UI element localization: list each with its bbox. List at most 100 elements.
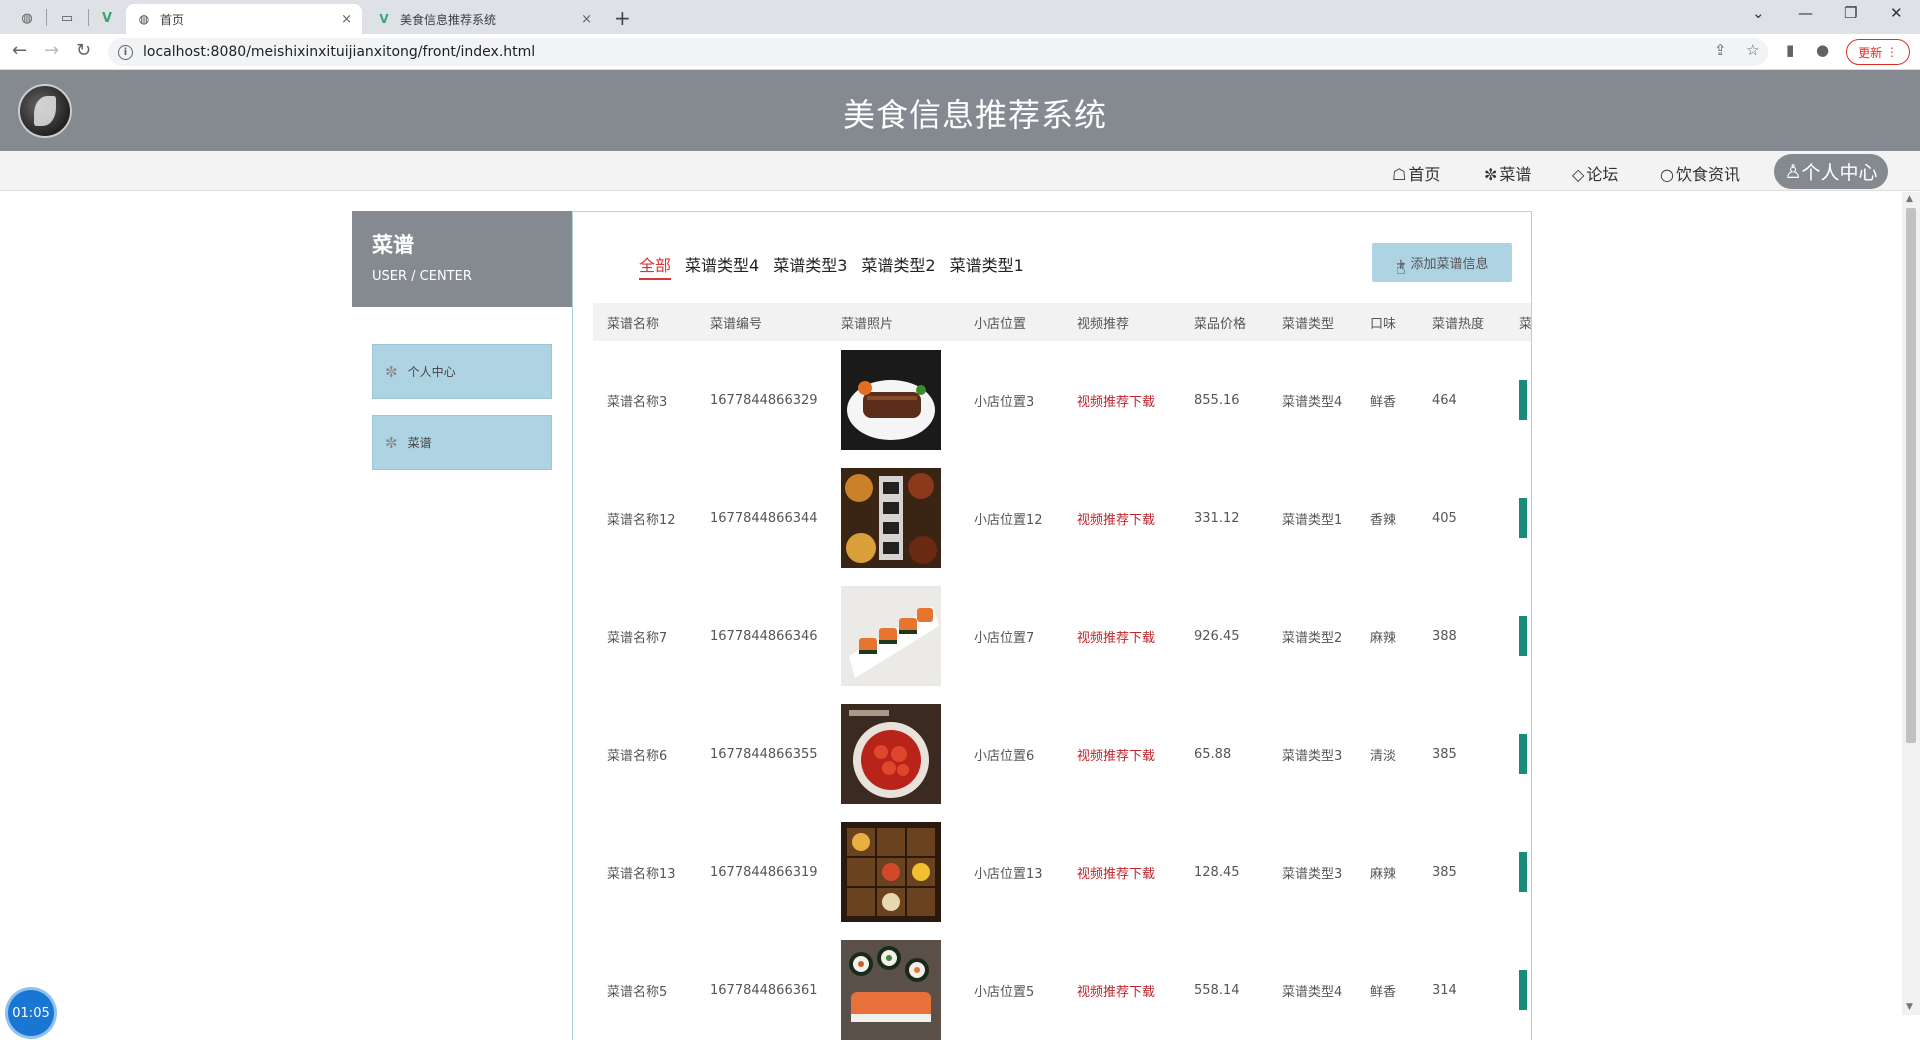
table-row[interactable]: 菜谱名称5 1677844866361 小店位置5 视频推荐下载 558.14 菜谱类型4… xyxy=(593,931,1531,1040)
recipe-photo-cell[interactable] xyxy=(827,459,960,577)
video-download-cell[interactable]: 视频推荐下载 xyxy=(1063,813,1180,931)
food-photo[interactable] xyxy=(841,350,941,450)
col-header: 菜谱编号 xyxy=(696,303,827,341)
food-photo[interactable] xyxy=(841,822,941,922)
recipe-name-cell: 菜谱名称6 xyxy=(607,748,668,764)
restore-icon[interactable]: ❐ xyxy=(1844,4,1857,22)
nav-forum[interactable]: ◇ 论坛 xyxy=(1572,161,1618,185)
table-row[interactable]: 菜谱名称13 1677844866319 小店位置13 视频推荐下载 128.45 菜谱类… xyxy=(593,813,1531,931)
url-text: localhost:8080/meishixinxituijianxitong/… xyxy=(143,44,536,60)
sidebar-title: 菜谱 xyxy=(372,233,414,257)
tab-search-icon[interactable]: ⌄ xyxy=(1752,4,1765,22)
url-field[interactable]: i localhost:8080/meishixinxituijianxiton… xyxy=(108,38,1768,66)
sidebar-subtitle: USER / CENTER xyxy=(372,269,472,284)
recipe-type-cell: 菜谱类型2 xyxy=(1282,630,1343,646)
star-icon[interactable]: ☆ xyxy=(1746,41,1759,59)
operation-cell[interactable] xyxy=(1505,931,1531,1040)
operation-button[interactable] xyxy=(1519,852,1527,892)
scroll-down-icon[interactable]: ▼ xyxy=(1906,1002,1913,1012)
globe-icon[interactable]: ◍ xyxy=(12,6,42,30)
scroll-thumb[interactable] xyxy=(1906,208,1916,743)
shop-location-cell: 小店位置6 xyxy=(974,748,1035,764)
recipe-name-cell: 菜谱名称3 xyxy=(607,394,668,410)
update-button[interactable]: 更新 ⋮ xyxy=(1846,39,1910,65)
blank-tab-icon[interactable]: ▭ xyxy=(52,6,82,30)
video-download-cell[interactable]: 视频推荐下载 xyxy=(1063,459,1180,577)
close-icon[interactable]: × xyxy=(341,12,352,27)
operation-button[interactable] xyxy=(1519,498,1527,538)
nav-recipes[interactable]: ✼ 菜谱 xyxy=(1484,161,1531,185)
video-download-cell[interactable]: 视频推荐下载 xyxy=(1063,577,1180,695)
vue-logo-icon[interactable]: V xyxy=(92,6,122,30)
personal-center-button[interactable]: ♙ 个人中心 xyxy=(1774,154,1888,189)
shop-location-cell: 小店位置7 xyxy=(974,630,1035,646)
operation-cell[interactable] xyxy=(1505,695,1531,813)
video-download-cell[interactable]: 视频推荐下载 xyxy=(1063,695,1180,813)
site-title: 美食信息推荐系统 xyxy=(842,96,1107,134)
food-photo[interactable] xyxy=(841,586,941,686)
recipe-photo-cell[interactable] xyxy=(827,931,960,1040)
recipe-name-cell: 菜谱名称7 xyxy=(607,630,668,646)
page-scrollbar[interactable]: ▲ ▼ xyxy=(1902,192,1920,1015)
tab-title: 美食信息推荐系统 xyxy=(400,12,497,27)
video-download-cell[interactable]: 视频推荐下载 xyxy=(1063,931,1180,1040)
heat-cell: 314 xyxy=(1432,982,1457,998)
operation-cell[interactable] xyxy=(1505,577,1531,695)
recipe-photo-cell[interactable] xyxy=(827,577,960,695)
share-icon[interactable]: ⇪ xyxy=(1714,41,1727,59)
site-header: 美食信息推荐系统 xyxy=(0,70,1920,151)
forward-icon[interactable]: → xyxy=(44,40,59,61)
sidebar-item-label: 个人中心 xyxy=(407,365,456,379)
new-tab-button[interactable]: + xyxy=(614,6,631,30)
operation-button[interactable] xyxy=(1519,616,1527,656)
taste-cell: 香辣 xyxy=(1370,512,1397,528)
shop-location-cell: 小店位置12 xyxy=(974,512,1043,528)
operation-button[interactable] xyxy=(1519,970,1527,1010)
operation-button[interactable] xyxy=(1519,734,1527,774)
table-row[interactable]: 菜谱名称3 1677844866329 小店位置3 视频推荐下载 855.16 菜谱类型4… xyxy=(593,341,1531,459)
food-photo[interactable] xyxy=(841,468,941,568)
food-photo[interactable] xyxy=(841,704,941,804)
tab-home[interactable]: ◍ 首页 × xyxy=(126,4,362,34)
window-close-icon[interactable]: ✕ xyxy=(1890,4,1903,22)
sidebar-item-recipes[interactable]: ✼ 菜谱 xyxy=(372,415,552,470)
reload-icon[interactable]: ↻ xyxy=(76,40,91,61)
filter-type2[interactable]: 菜谱类型2 xyxy=(861,252,935,280)
operation-button[interactable] xyxy=(1519,380,1527,420)
minimize-icon[interactable]: — xyxy=(1798,4,1813,22)
back-icon[interactable]: ← xyxy=(12,40,27,61)
close-icon[interactable]: × xyxy=(581,12,592,27)
recipe-photo-cell[interactable] xyxy=(827,813,960,931)
operation-cell[interactable] xyxy=(1505,813,1531,931)
video-download-cell[interactable]: 视频推荐下载 xyxy=(1063,341,1180,459)
filter-type3[interactable]: 菜谱类型3 xyxy=(773,252,847,280)
recipe-code-cell: 1677844866361 xyxy=(710,982,818,998)
filter-all[interactable]: 全部 xyxy=(639,252,672,280)
recipe-type-cell: 菜谱类型4 xyxy=(1282,394,1343,410)
sidebar-item-personal-center[interactable]: ✼ 个人中心 xyxy=(372,344,552,399)
site-nav: ☖ 首页 ✼ 菜谱 ◇ 论坛 ○ 饮食资讯 ♙ 个人中心 xyxy=(0,151,1920,191)
operation-cell[interactable] xyxy=(1505,459,1531,577)
sidebar-icon[interactable]: ▮ xyxy=(1786,41,1794,59)
browser-tab-bar: ◍ ▭ V ◍ 首页 × V 美食信息推荐系统 × + ⌄ — ❐ ✕ xyxy=(0,0,1920,34)
nav-news[interactable]: ○ 饮食资讯 xyxy=(1660,161,1740,185)
price-cell: 855.16 xyxy=(1194,392,1240,408)
table-row[interactable]: 菜谱名称12 1677844866344 小店位置12 视频推荐下载 331.12 菜谱类… xyxy=(593,459,1531,577)
filter-type1[interactable]: 菜谱类型1 xyxy=(950,252,1024,280)
recipe-photo-cell[interactable] xyxy=(827,341,960,459)
scroll-up-icon[interactable]: ▲ xyxy=(1906,194,1913,204)
timer-badge[interactable]: 01:05 xyxy=(8,990,54,1036)
table-row[interactable]: 菜谱名称6 1677844866355 小店位置6 视频推荐下载 65.88 菜谱类型3 清… xyxy=(593,695,1531,813)
food-photo[interactable] xyxy=(841,940,941,1040)
add-recipe-button[interactable]: + 添加菜谱信息 xyxy=(1372,243,1512,282)
info-icon[interactable]: i xyxy=(118,44,133,60)
taste-cell: 鲜香 xyxy=(1370,394,1397,410)
tab-system[interactable]: V 美食信息推荐系统 × xyxy=(366,4,602,34)
operation-cell[interactable] xyxy=(1505,341,1531,459)
sidebar-item-label: 菜谱 xyxy=(407,436,432,450)
recipe-photo-cell[interactable] xyxy=(827,695,960,813)
nav-home[interactable]: ☖ 首页 xyxy=(1392,161,1440,185)
filter-type4[interactable]: 菜谱类型4 xyxy=(685,252,759,280)
table-row[interactable]: 菜谱名称7 1677844866346 小店位置7 视频推荐下载 926.45 菜谱类型2… xyxy=(593,577,1531,695)
profile-icon[interactable]: ● xyxy=(1816,41,1829,59)
